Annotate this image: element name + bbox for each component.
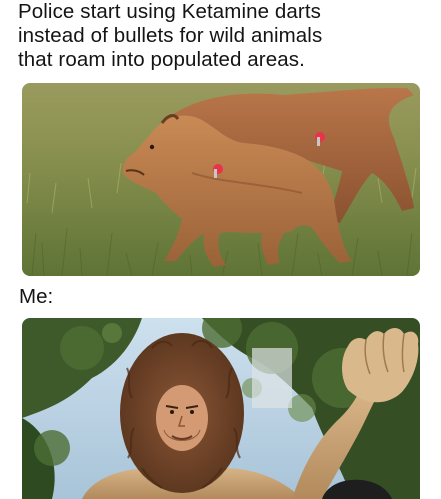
lioness-photo	[22, 83, 420, 276]
caption-line-1: Police start using Ketamine darts	[18, 0, 321, 23]
caption-line-3: that roam into populated areas.	[18, 48, 305, 71]
meme-caption: Police start using Ketamine darts instea…	[18, 0, 428, 72]
cowardly-lion-costume-photo	[22, 318, 420, 499]
reaction-label: Me:	[19, 285, 54, 308]
lioness-photo-graphic	[22, 83, 420, 276]
caption-line-2: instead of bullets for wild animals	[18, 24, 323, 47]
cowardly-lion-costume-graphic	[22, 318, 420, 499]
